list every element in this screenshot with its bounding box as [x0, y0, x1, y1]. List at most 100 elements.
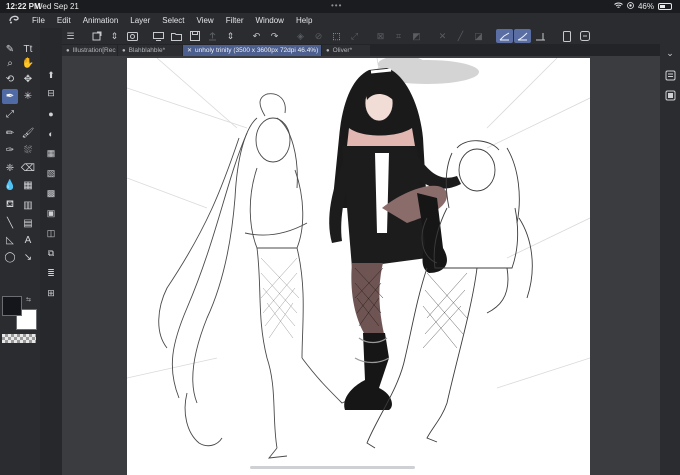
balloon-icon[interactable]: ◯ — [2, 250, 18, 265]
menu-file[interactable]: File — [32, 16, 45, 25]
quick-access-icon[interactable] — [124, 29, 141, 43]
menu-layer[interactable]: Layer — [130, 16, 150, 25]
undo-icon[interactable]: ↶ — [248, 29, 265, 43]
transparent-color-swatch[interactable] — [2, 334, 36, 343]
artwork-illustration — [127, 58, 590, 459]
new-canvas-icon[interactable] — [88, 29, 105, 43]
redo-icon[interactable]: ↷ — [266, 29, 283, 43]
color-history-icon[interactable]: ▣ — [43, 206, 59, 221]
snap-ruler-icon[interactable] — [496, 29, 513, 43]
blend-icon[interactable]: 💧 — [2, 178, 18, 193]
menu-view[interactable]: View — [197, 16, 214, 25]
snap-special-ruler-icon[interactable] — [514, 29, 531, 43]
stepper-arrows-icon[interactable]: ⇕ — [106, 29, 123, 43]
pen-pressure-icon[interactable]: ✎ — [2, 42, 18, 57]
fill-bucket-icon[interactable]: ⛾ — [2, 198, 18, 213]
location-icon — [627, 2, 634, 11]
pencil-icon[interactable]: ✏ — [2, 126, 18, 141]
magic-wand-icon[interactable]: ✳ — [20, 89, 36, 104]
drawing-canvas[interactable] — [127, 58, 590, 475]
menu-window[interactable]: Window — [256, 16, 284, 25]
color-set-icon[interactable]: ▦ — [43, 146, 59, 161]
gradient-tool-icon[interactable]: ▥ — [20, 198, 36, 213]
crop-icon[interactable]: ⌗ — [390, 29, 407, 43]
smartphone-icon[interactable] — [558, 29, 575, 43]
layer-property-icon[interactable]: ⧉ — [43, 246, 59, 261]
transform-icon[interactable]: ⤢ — [346, 29, 363, 43]
approx-color-icon[interactable]: ▩ — [43, 186, 59, 201]
invert-selection-icon[interactable]: ◩ — [408, 29, 425, 43]
zoom-icon[interactable]: ⌕ — [2, 56, 18, 71]
foreground-color-swatch[interactable] — [2, 296, 22, 316]
cross-icon[interactable]: ✕ — [434, 29, 451, 43]
wifi-icon — [614, 2, 623, 11]
sub-tool-icon[interactable]: ⬆ — [43, 68, 59, 83]
menu-filter[interactable]: Filter — [226, 16, 244, 25]
export-icon[interactable] — [204, 29, 221, 43]
canvas-workspace[interactable] — [62, 56, 660, 475]
clear-icon[interactable]: ⊘ — [310, 29, 327, 43]
companion-icon[interactable] — [576, 29, 593, 43]
pen-tool-icon[interactable]: ✒ — [2, 89, 18, 104]
frame-icon[interactable]: ▤ — [20, 216, 36, 231]
text-settings-icon[interactable]: Tt — [20, 42, 36, 57]
menu-animation[interactable]: Animation — [83, 16, 119, 25]
pattern-icon[interactable]: ▦ — [20, 178, 36, 193]
correct-line-icon[interactable]: ↘ — [20, 250, 36, 265]
layers-icon[interactable]: ≣ — [43, 266, 59, 281]
status-right: 46% — [614, 2, 672, 11]
hand-icon[interactable]: ✋ — [20, 56, 36, 71]
ink-pen-icon[interactable]: ✑ — [2, 143, 18, 158]
brush-icon[interactable]: 🖌 — [20, 126, 36, 141]
tab-label: Blahblahble* — [128, 47, 166, 54]
color-swatches: ⇆ — [2, 296, 38, 332]
eyedropper-icon[interactable]: ⤢ — [2, 107, 18, 122]
deselect-icon[interactable]: ⊠ — [372, 29, 389, 43]
status-date: Wed Sep 21 — [35, 2, 79, 11]
selection-icon[interactable]: ⬚ — [328, 29, 345, 43]
open-folder-icon[interactable] — [168, 29, 185, 43]
save-icon[interactable] — [186, 29, 203, 43]
diagonal-icon[interactable]: ╱ — [452, 29, 469, 43]
tool-property-icon[interactable]: ⊟ — [43, 86, 59, 101]
eraser-icon[interactable]: ⌫ — [20, 161, 36, 176]
brush-size-icon[interactable]: ● — [43, 106, 59, 121]
monitor-icon[interactable] — [150, 29, 167, 43]
snap-grid-icon[interactable] — [532, 29, 549, 43]
intermediate-color-icon[interactable]: ▧ — [43, 166, 59, 181]
tab-illustration[interactable]: ● Illustration[Rec — [62, 45, 117, 56]
rotate-icon[interactable]: ⟲ — [2, 72, 18, 87]
horizontal-scrollbar[interactable] — [250, 466, 415, 469]
chevron-down-icon[interactable]: ⌄ — [663, 46, 677, 60]
swap-colors-icon[interactable]: ⇆ — [26, 296, 31, 303]
airbrush-icon[interactable]: ⛆ — [20, 143, 36, 158]
property-panel-icon[interactable] — [663, 88, 677, 102]
close-icon[interactable]: ● — [122, 48, 126, 54]
tab-oliver[interactable]: ● Oliver* — [322, 45, 370, 56]
tab-label: Oliver* — [332, 47, 353, 54]
clip-studio-logo-icon[interactable] — [8, 14, 24, 27]
menu-help[interactable]: Help — [296, 16, 312, 25]
close-icon[interactable]: ● — [66, 48, 70, 54]
stepper-arrows-icon[interactable]: ⇕ — [222, 29, 239, 43]
close-icon[interactable]: ● — [326, 48, 330, 54]
fill-icon[interactable]: ◈ — [292, 29, 309, 43]
decoration-icon[interactable]: ❈ — [2, 161, 18, 176]
menu-select[interactable]: Select — [162, 16, 184, 25]
material-icon[interactable]: ◫ — [43, 226, 59, 241]
tab-unholy-trinity[interactable]: ✕ unholy trinity (3500 x 3600px 72dpi 46… — [183, 45, 321, 56]
gradient-icon[interactable]: ◪ — [470, 29, 487, 43]
ruler-icon[interactable]: ◺ — [2, 233, 18, 248]
layers-panel-icon[interactable] — [663, 68, 677, 82]
status-bar: 12:22 PM Wed Sep 21 ••• 46% — [0, 0, 680, 13]
multitasking-dots-icon[interactable]: ••• — [331, 1, 342, 10]
hamburger-menu-icon[interactable]: ☰ — [62, 29, 79, 43]
text-tool-icon[interactable]: A — [20, 233, 36, 248]
navigator-icon[interactable]: ⊞ — [43, 286, 59, 301]
close-icon[interactable]: ✕ — [187, 47, 192, 54]
line-icon[interactable]: ╲ — [2, 216, 18, 231]
menu-edit[interactable]: Edit — [57, 16, 71, 25]
tab-blahblahble[interactable]: ● Blahblahble* — [118, 45, 182, 56]
move-icon[interactable]: ✥ — [20, 72, 36, 87]
color-wheel-icon[interactable]: ◐ — [43, 126, 59, 141]
